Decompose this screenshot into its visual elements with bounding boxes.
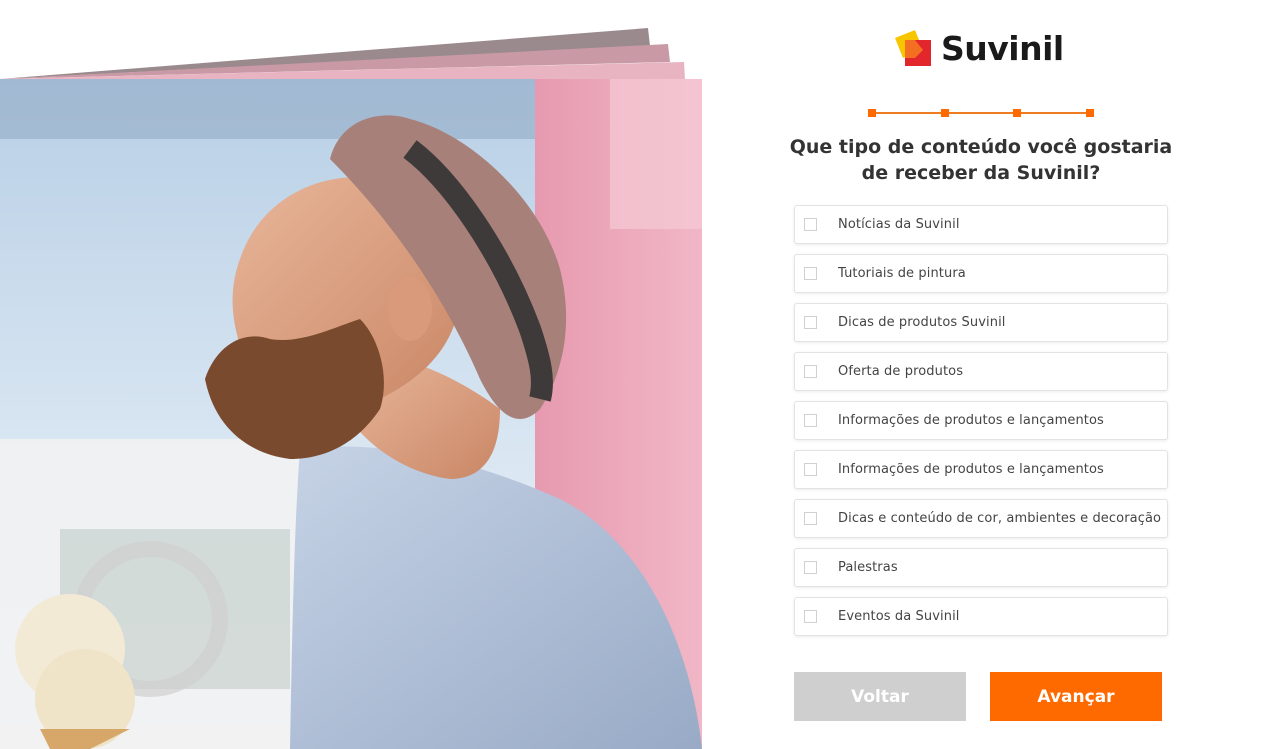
checkbox[interactable] — [804, 610, 817, 623]
option-dicas-produtos[interactable]: Dicas de produtos Suvinil — [794, 303, 1168, 342]
option-oferta[interactable]: Oferta de produtos — [794, 352, 1168, 391]
option-eventos[interactable]: Eventos da Suvinil — [794, 597, 1168, 636]
checkbox[interactable] — [804, 267, 817, 280]
checkbox[interactable] — [804, 463, 817, 476]
suvinil-logo-icon — [895, 30, 931, 66]
option-informacoes-2[interactable]: Informações de produtos e lançamentos — [794, 450, 1168, 489]
option-label: Palestras — [838, 560, 898, 575]
checkbox[interactable] — [804, 316, 817, 329]
option-informacoes-1[interactable]: Informações de produtos e lançamentos — [794, 401, 1168, 440]
option-label: Eventos da Suvinil — [838, 609, 960, 624]
hero-photo-panel — [0, 0, 702, 749]
option-palestras[interactable]: Palestras — [794, 548, 1168, 587]
paper-pages-decoration — [0, 28, 685, 79]
stepper-dot-2 — [941, 109, 949, 117]
option-noticias[interactable]: Notícias da Suvinil — [794, 205, 1168, 244]
logo-wordmark: Suvinil — [941, 28, 1064, 68]
stepper-dot-4 — [1086, 109, 1094, 117]
suvinil-logo: Suvinil — [893, 27, 1073, 69]
option-label: Dicas e conteúdo de cor, ambientes e dec… — [838, 511, 1162, 526]
next-button[interactable]: Avançar — [990, 672, 1162, 721]
back-button[interactable]: Voltar — [794, 672, 966, 721]
checkbox[interactable] — [804, 365, 817, 378]
question-title: Que tipo de conteúdo você gostaria de re… — [789, 136, 1173, 184]
option-tutoriais[interactable]: Tutoriais de pintura — [794, 254, 1168, 293]
option-label: Informações de produtos e lançamentos — [838, 413, 1104, 428]
checkbox[interactable] — [804, 512, 817, 525]
stepper-line — [872, 112, 1090, 114]
option-label: Tutoriais de pintura — [838, 266, 966, 281]
option-label: Informações de produtos e lançamentos — [838, 462, 1104, 477]
man-with-hat-photo — [0, 79, 702, 749]
option-label: Dicas de produtos Suvinil — [838, 315, 1006, 330]
option-label: Oferta de produtos — [838, 364, 964, 379]
checkbox[interactable] — [804, 218, 817, 231]
option-dicas-cor[interactable]: Dicas e conteúdo de cor, ambientes e dec… — [794, 499, 1168, 538]
checkbox[interactable] — [804, 414, 817, 427]
option-label: Notícias da Suvinil — [838, 217, 960, 232]
stepper-dot-3 — [1013, 109, 1021, 117]
progress-stepper — [868, 108, 1094, 118]
checkbox[interactable] — [804, 561, 817, 574]
stepper-dot-1 — [868, 109, 876, 117]
